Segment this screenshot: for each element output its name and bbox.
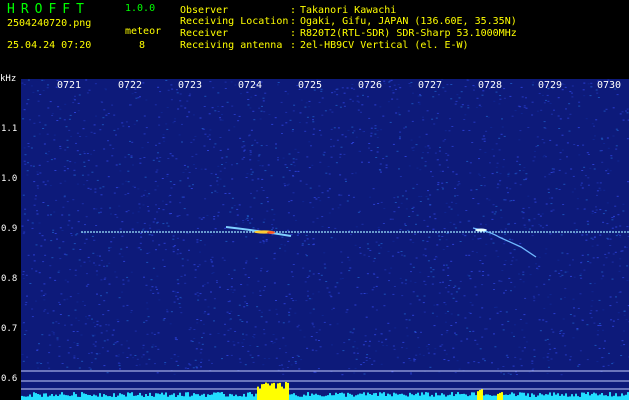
antenna-colon: :: [290, 40, 297, 51]
meteor-label: meteor: [125, 26, 162, 37]
spectrogram: [21, 79, 629, 400]
timestamp: 25.04.24 07:20: [7, 40, 92, 51]
x-tick-label: 0727: [418, 80, 443, 91]
meteor-echo-core: [475, 228, 487, 232]
location-label: Receiving Location: [180, 16, 289, 27]
x-tick-label: 0724: [238, 80, 263, 91]
x-tick-label: 0725: [298, 80, 323, 91]
y-tick-label: 1.1: [1, 124, 18, 134]
header-panel: HROFFT 1.0.0 2504240720.png 25.04.24 07:…: [0, 0, 629, 72]
x-tick-label: 0722: [118, 80, 143, 91]
receiver-colon: :: [290, 28, 297, 39]
y-tick-label: 1.0: [1, 174, 18, 184]
location-colon: :: [290, 16, 297, 27]
spectrogram-canvas: [21, 79, 629, 400]
receiver-label: Receiver: [180, 28, 229, 39]
x-tick-label: 0723: [178, 80, 203, 91]
y-tick-label: 0.6: [1, 374, 18, 384]
x-tick-label: 0726: [358, 80, 383, 91]
y-unit-label: kHz: [0, 74, 17, 84]
x-tick-label: 0721: [57, 80, 82, 91]
signal-level-trace: [21, 382, 629, 400]
x-tick-label: 0730: [597, 80, 622, 91]
filename: 2504240720.png: [7, 18, 92, 29]
y-tick-label: 0.8: [1, 274, 18, 284]
noise-layer: [21, 79, 629, 376]
x-tick-label: 0728: [478, 80, 503, 91]
antenna-label: Receiving antenna: [180, 40, 283, 51]
meteor-count: 8: [139, 40, 146, 51]
app-version: 1.0.0: [125, 3, 156, 14]
app-title: HROFFT: [7, 2, 90, 17]
receiver-value: R820T2(RTL-SDR) SDR-Sharp 53.1000MHz: [300, 28, 517, 39]
antenna-value: 2el-HB9CV Vertical (el. E-W): [300, 40, 469, 51]
y-tick-label: 0.9: [1, 224, 18, 234]
y-tick-label: 0.7: [1, 324, 18, 334]
x-tick-label: 0729: [538, 80, 563, 91]
location-value: Ogaki, Gifu, JAPAN (136.60E, 35.35N): [300, 16, 517, 27]
meteor-echo-core: [267, 231, 275, 234]
